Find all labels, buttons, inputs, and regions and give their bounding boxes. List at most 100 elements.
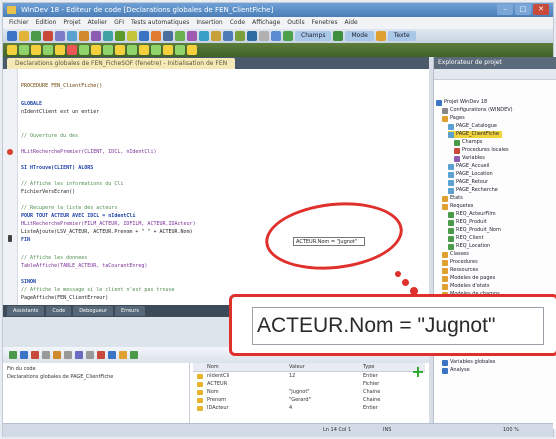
- step-into-icon[interactable]: [31, 45, 41, 55]
- tree-item[interactable]: Analyse: [442, 367, 470, 374]
- tree-item[interactable]: REQ_Produit_Nom: [448, 227, 501, 234]
- folder-icon[interactable]: [375, 31, 386, 41]
- comment-icon[interactable]: [115, 45, 125, 55]
- menu-item-insertion[interactable]: Insertion: [196, 17, 222, 29]
- query-icon[interactable]: [163, 31, 173, 41]
- tree-item[interactable]: Procedures: [442, 259, 478, 266]
- code-editor[interactable]: PROCEDURE FEN_ClientFiche() GLOBALE nIde…: [3, 69, 429, 305]
- tree-item[interactable]: Champs: [454, 139, 482, 146]
- bookmark-icon[interactable]: [139, 45, 149, 55]
- new-icon[interactable]: [7, 31, 17, 41]
- table-row[interactable]: Prenom "Gerard" Chaine: [193, 397, 425, 404]
- dump-icon[interactable]: [119, 351, 127, 359]
- cursor-icon[interactable]: [75, 351, 83, 359]
- menu-item-gfi[interactable]: GFI: [114, 17, 124, 29]
- indent-icon[interactable]: [91, 45, 101, 55]
- copy-icon[interactable]: [55, 31, 65, 41]
- tree-item[interactable]: PAGE_Recherche: [448, 187, 498, 194]
- tree-item[interactable]: Configurations (WINDEV): [442, 107, 513, 114]
- menu-item-atelier[interactable]: Atelier: [88, 17, 108, 29]
- column-header-name[interactable]: Nom: [207, 363, 219, 371]
- cut-icon[interactable]: [43, 31, 53, 41]
- tree-item[interactable]: Pages: [442, 115, 465, 122]
- undo-icon[interactable]: [79, 31, 89, 41]
- outdent-icon[interactable]: [103, 45, 113, 55]
- tree-item[interactable]: Etats: [442, 195, 463, 202]
- help-icon[interactable]: [235, 31, 245, 41]
- class-icon[interactable]: [187, 31, 197, 41]
- break-icon[interactable]: [31, 351, 39, 359]
- menu-item-fichier[interactable]: Fichier: [9, 17, 29, 29]
- replace-icon[interactable]: [223, 31, 233, 41]
- uncomment-icon[interactable]: [127, 45, 137, 55]
- step-icon[interactable]: [19, 45, 29, 55]
- pause-icon[interactable]: [86, 351, 94, 359]
- window-icon[interactable]: [139, 31, 149, 41]
- tree-item[interactable]: REQ_ActeurFilm: [448, 211, 496, 218]
- group-icon[interactable]: [283, 31, 293, 41]
- run-icon[interactable]: [115, 31, 125, 41]
- check-icon[interactable]: [333, 31, 344, 41]
- editor-gutter[interactable]: [3, 69, 18, 305]
- tab-assistants[interactable]: Assistants: [7, 306, 45, 316]
- tree-item[interactable]: Classes: [442, 251, 469, 258]
- watch-list-icon[interactable]: [108, 351, 116, 359]
- tree-item[interactable]: Modeles de pages: [442, 275, 495, 282]
- list-item[interactable]: Fin du code: [7, 366, 36, 373]
- open-icon[interactable]: [19, 31, 29, 41]
- step-out-icon[interactable]: [43, 45, 53, 55]
- tree-item[interactable]: Variables: [454, 155, 485, 162]
- tree-item[interactable]: REQ_Location: [448, 243, 490, 250]
- prev-bookmark-icon[interactable]: [163, 45, 173, 55]
- tree-item[interactable]: Requetes: [442, 203, 473, 210]
- menu-item-edition[interactable]: Edition: [36, 17, 57, 29]
- tab-erreurs[interactable]: Erreurs: [115, 306, 145, 316]
- tab-code[interactable]: Code: [46, 306, 72, 316]
- menu-item-fenetres[interactable]: Fenetres: [312, 17, 338, 29]
- menu-item-outils[interactable]: Outils: [287, 17, 304, 29]
- options-icon[interactable]: [247, 31, 257, 41]
- procedure-icon[interactable]: [199, 31, 209, 41]
- redo-icon[interactable]: [91, 31, 101, 41]
- table-row[interactable]: IDActeur 4 Entier: [193, 405, 425, 412]
- toolbar-tab-mode[interactable]: Mode: [345, 31, 374, 41]
- watch-icon[interactable]: [79, 45, 89, 55]
- list-item[interactable]: Declarations globales de PAGE_ClientFich…: [7, 374, 113, 381]
- debug-icon[interactable]: [127, 31, 137, 41]
- align-icon[interactable]: [271, 31, 281, 41]
- heart-icon[interactable]: [20, 351, 28, 359]
- go-icon[interactable]: [9, 351, 17, 359]
- step-over-icon[interactable]: [42, 351, 50, 359]
- add-watch-icon[interactable]: +: [411, 364, 425, 380]
- tree-item[interactable]: PAGE_Location: [448, 171, 493, 178]
- breakpoint-icon[interactable]: [7, 45, 17, 55]
- toolbar-tab-champs[interactable]: Champs: [295, 31, 332, 41]
- menu-item-tests[interactable]: Tests automatiques: [131, 17, 189, 29]
- tree-item[interactable]: Ressources: [442, 267, 478, 274]
- tree-item[interactable]: Variables globales: [442, 359, 495, 366]
- continue-icon[interactable]: [55, 45, 65, 55]
- tree-item[interactable]: REQ_Client: [448, 235, 484, 242]
- toolbar-tab-texte[interactable]: Texte: [387, 31, 416, 41]
- tree-item[interactable]: PAGE_Catalogue: [448, 123, 497, 130]
- stop-icon[interactable]: [67, 45, 77, 55]
- tree-item[interactable]: Projet WinDev 18: [436, 99, 487, 106]
- tree-item[interactable]: Modeles d'etats: [442, 283, 490, 290]
- menu-item-code[interactable]: Code: [230, 17, 245, 29]
- document-tab[interactable]: Declarations globales de FEN_FicheSOF (f…: [7, 58, 236, 69]
- goto-icon[interactable]: [187, 45, 197, 55]
- column-header-value[interactable]: Valeur: [289, 363, 305, 371]
- step-in-icon[interactable]: [53, 351, 61, 359]
- table-row[interactable]: ACTEUR Fichier: [193, 381, 425, 388]
- paste-icon[interactable]: [67, 31, 77, 41]
- column-header-type[interactable]: Type: [363, 363, 374, 371]
- report-icon[interactable]: [151, 31, 161, 41]
- maximize-button[interactable]: □: [515, 4, 531, 15]
- tree-item[interactable]: PAGE_ClientFiche: [448, 131, 502, 138]
- step-back-icon[interactable]: [64, 351, 72, 359]
- close-button[interactable]: ✕: [533, 4, 549, 15]
- tree-item[interactable]: REQ_Produit: [448, 219, 487, 226]
- menu-item-aide[interactable]: Aide: [344, 17, 357, 29]
- tree-item[interactable]: PAGE_Retour: [448, 179, 488, 186]
- save-icon[interactable]: [31, 31, 41, 41]
